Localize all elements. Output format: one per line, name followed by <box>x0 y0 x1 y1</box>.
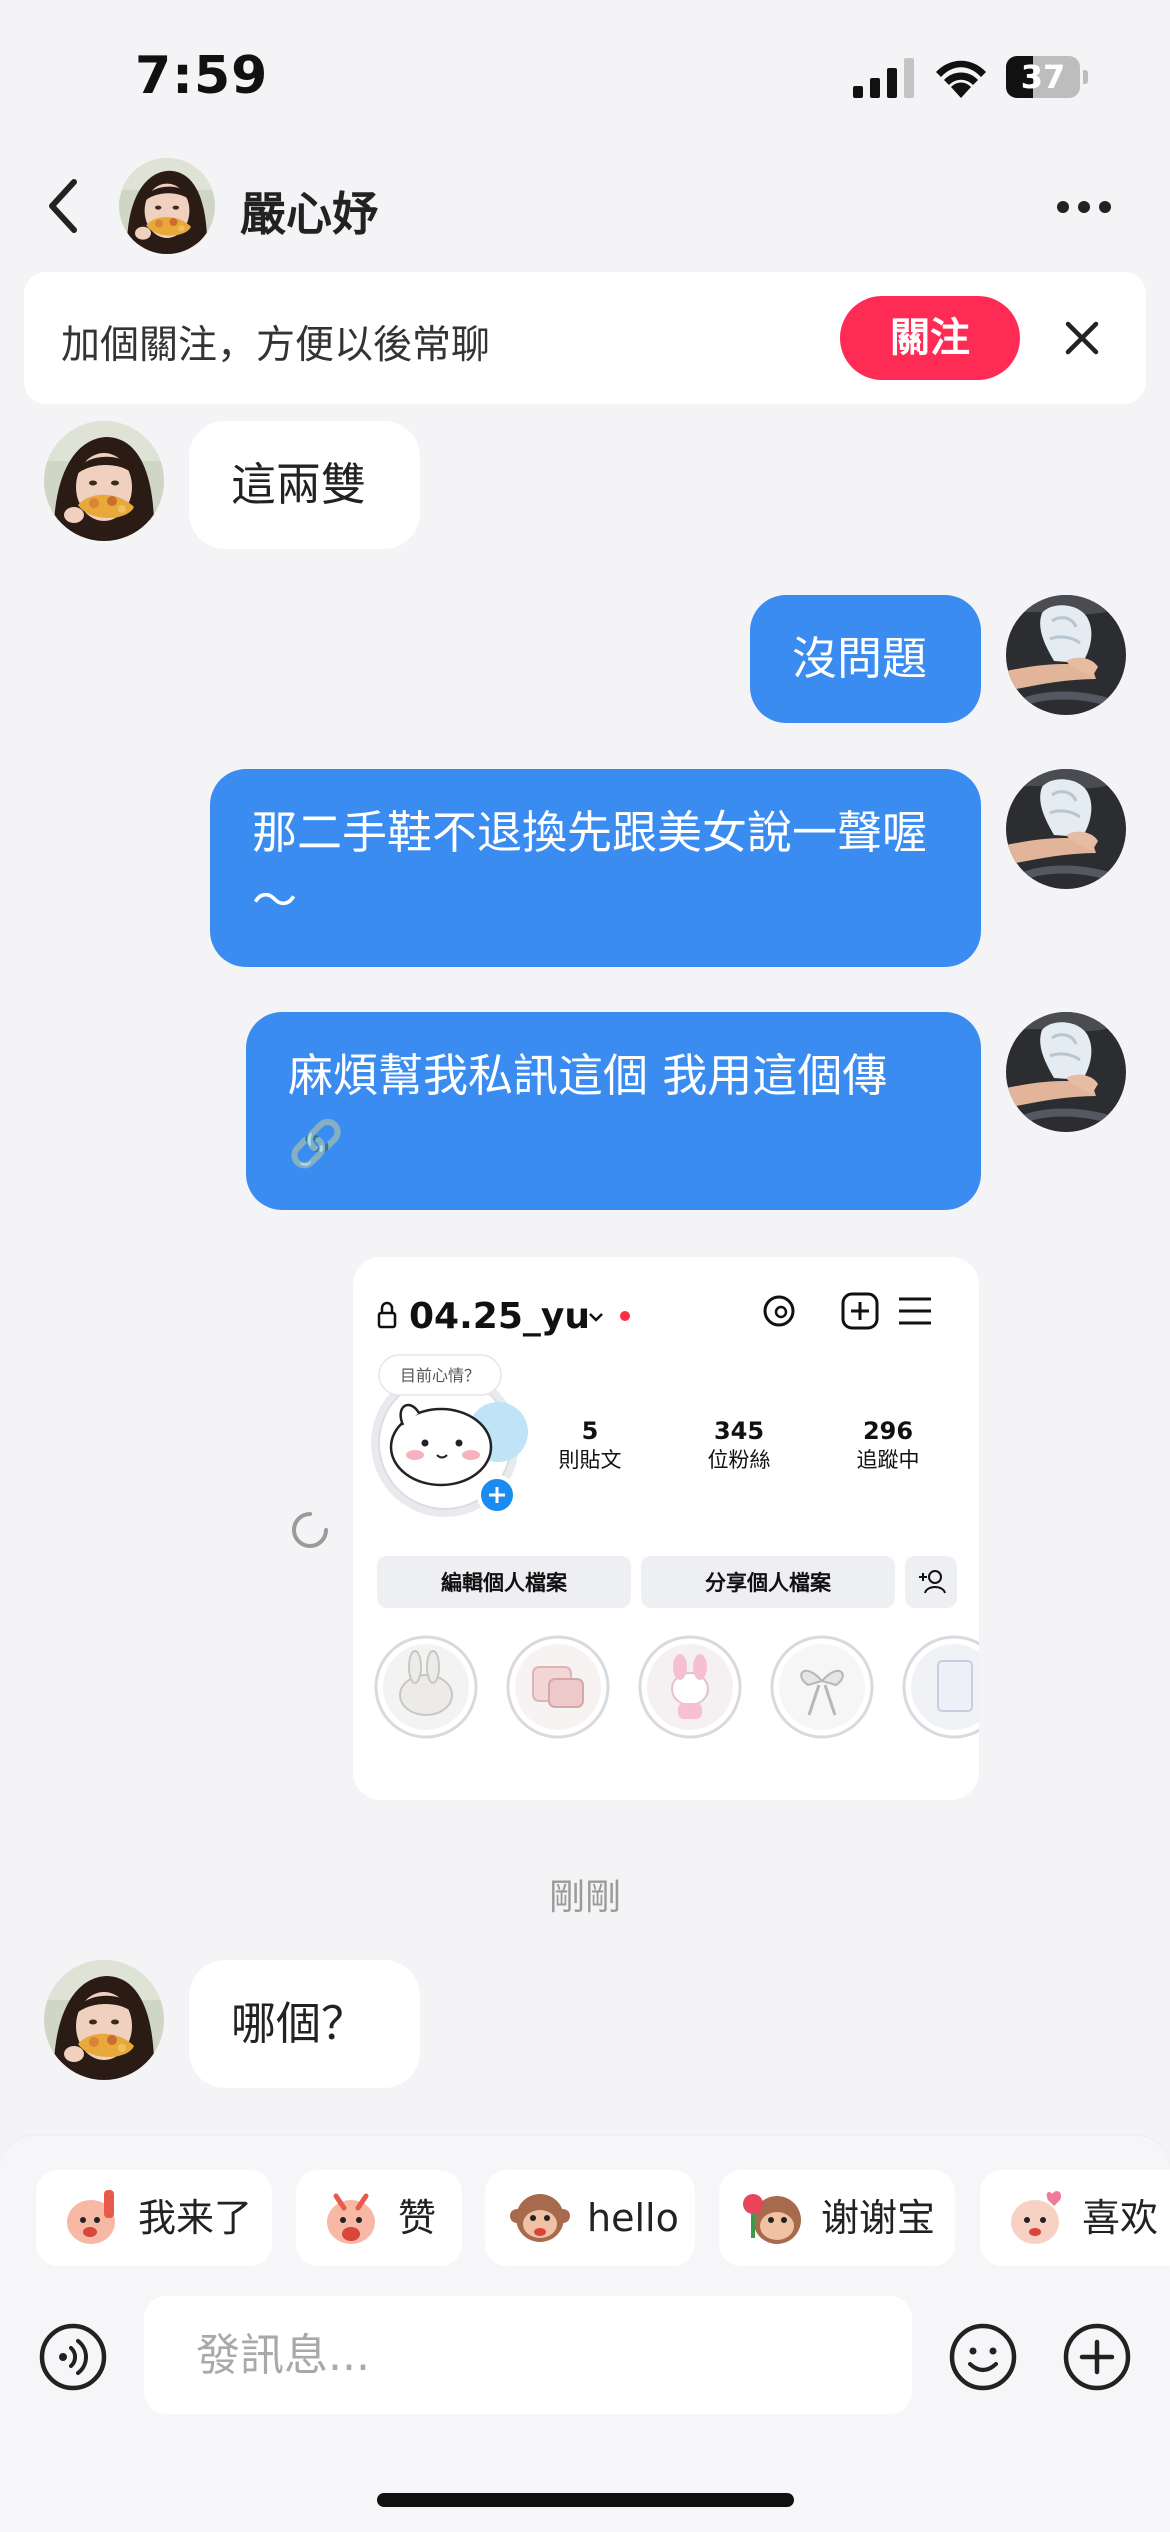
wifi-icon <box>936 60 986 98</box>
posts-label: 則貼文 <box>559 1448 622 1472</box>
quick-reply-label: hello <box>587 2196 679 2240</box>
plus-icon[interactable] <box>1062 2322 1132 2392</box>
message-timestamp: 剛剛 <box>548 1877 621 1918</box>
share-profile-button: 分享個人檔案 <box>705 1571 832 1595</box>
profile-note: 目前心情？ <box>400 1366 480 1385</box>
hamburger-menu-icon <box>899 1297 931 1325</box>
chat-header: 嚴心妤 <box>0 150 1170 262</box>
my-avatar[interactable] <box>1006 769 1126 889</box>
monkey-sticker-icon <box>510 2194 570 2242</box>
status-bar: 7:59 37 <box>0 0 1170 150</box>
message-input[interactable] <box>144 2296 912 2414</box>
outgoing-message-bubble[interactable]: 那二手鞋不退換先跟美女說一聲喔～ <box>210 769 981 967</box>
quick-reply-label: 谢谢宝 <box>821 2196 936 2240</box>
shared-profile-card[interactable]: 04.25_yu 目前心情？ 5 則貼文 345 位粉絲 296 追蹤中 編輯個… <box>353 1257 979 1800</box>
story-highlights <box>374 1635 979 1739</box>
followers-label: 位粉絲 <box>708 1448 771 1472</box>
following-count: 296 <box>863 1417 913 1445</box>
lock-icon <box>377 1301 397 1329</box>
loading-spinner-icon <box>292 1512 328 1548</box>
thumbs-sticker-icon <box>327 2193 375 2244</box>
threads-icon <box>763 1295 795 1327</box>
contact-avatar[interactable] <box>44 421 164 541</box>
profile-username: 04.25_yu <box>409 1296 590 1337</box>
edit-profile-button: 編輯個人檔案 <box>441 1571 568 1595</box>
profile-screenshot-image: 04.25_yu 目前心情？ 5 則貼文 345 位粉絲 296 追蹤中 編輯個… <box>371 1292 979 1739</box>
my-avatar[interactable] <box>1006 1012 1126 1132</box>
cellular-signal-icon <box>853 58 914 98</box>
voice-icon[interactable] <box>38 2322 108 2392</box>
outgoing-message-bubble[interactable]: 沒問題 <box>750 595 981 723</box>
battery-level: 37 <box>1020 58 1066 96</box>
my-avatar[interactable] <box>1006 595 1126 715</box>
ellipsis-icon[interactable] <box>1056 200 1112 214</box>
quick-reply-label: 我来了 <box>138 2196 253 2240</box>
status-time: 7:59 <box>135 46 269 106</box>
quick-reply-label: 赞 <box>398 2196 437 2240</box>
close-icon[interactable] <box>1064 320 1100 356</box>
outgoing-message-bubble[interactable]: 麻煩幫我私訊這個 我用這個傳🔗 <box>246 1012 981 1210</box>
chevron-left-icon[interactable] <box>44 176 84 236</box>
followers-count: 345 <box>714 1417 764 1445</box>
battery-icon: 37 <box>1006 56 1088 98</box>
contact-avatar[interactable] <box>44 1960 164 2080</box>
incoming-message-bubble[interactable]: 這兩雙 <box>189 421 420 549</box>
posts-count: 5 <box>582 1417 599 1445</box>
waving-sticker-icon <box>67 2190 115 2244</box>
follow-prompt-text: 加個關注，方便以後常聊 <box>61 323 491 368</box>
add-post-icon <box>841 1292 879 1330</box>
quick-reply-chip[interactable]: 赞 <box>296 2170 462 2266</box>
heart-sticker-icon <box>1011 2191 1062 2244</box>
home-indicator <box>377 2493 794 2507</box>
follow-button[interactable]: 關注 <box>840 296 1020 380</box>
following-label: 追蹤中 <box>857 1448 920 1472</box>
quick-reply-label: 喜欢 <box>1082 2196 1159 2240</box>
quick-reply-chip[interactable]: hello <box>485 2170 695 2266</box>
emoji-icon[interactable] <box>948 2322 1018 2392</box>
quick-reply-chip[interactable]: 我来了 <box>36 2170 272 2266</box>
quick-reply-chip[interactable]: 谢谢宝 <box>719 2170 955 2266</box>
flower-sticker-icon <box>743 2194 801 2244</box>
contact-name[interactable]: 嚴心妤 <box>240 178 378 244</box>
incoming-message-bubble[interactable]: 哪個？ <box>189 1960 420 2088</box>
contact-avatar[interactable] <box>119 158 215 254</box>
quick-reply-chip[interactable]: 喜欢 <box>980 2170 1170 2266</box>
follow-banner: 加個關注，方便以後常聊 關注 <box>24 272 1146 404</box>
